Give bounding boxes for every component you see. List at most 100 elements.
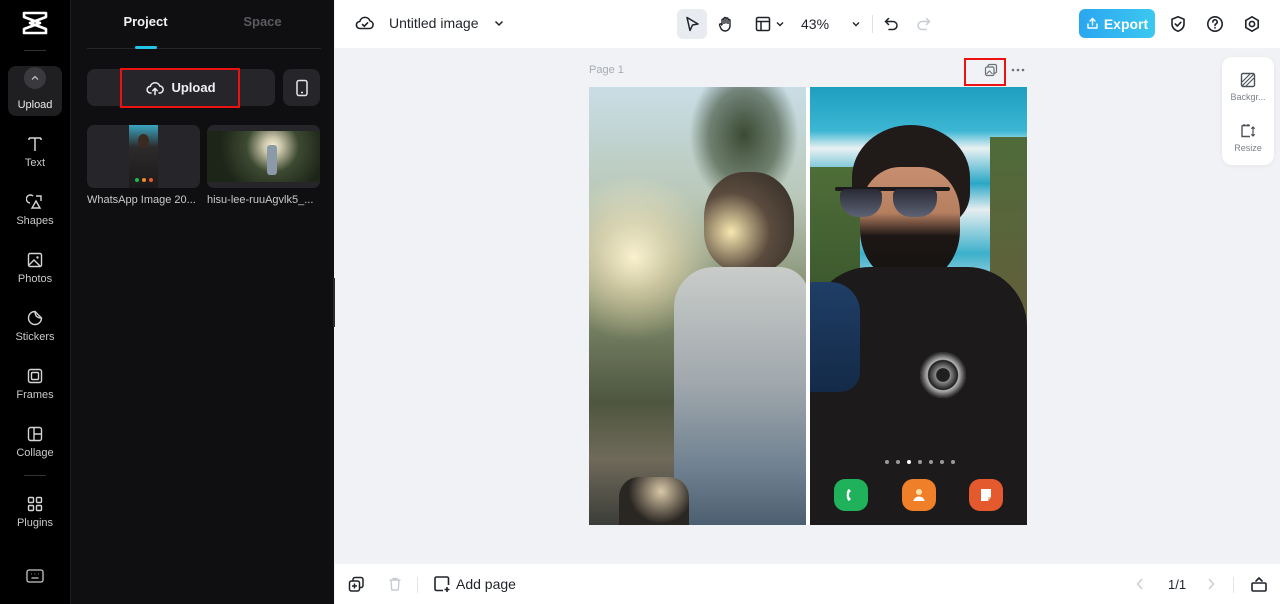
canvas-side-panel: Backgr... Resize [1222,57,1274,165]
text-icon [28,137,42,151]
previous-page-button[interactable] [1135,574,1145,594]
rail-item-collage[interactable]: Collage [8,414,62,464]
asset-item[interactable]: hisu-lee-ruuAgvlk5_... [207,125,320,206]
rail-item-shapes[interactable]: Shapes [8,182,62,232]
trash-icon [389,577,401,591]
redo-icon [917,17,931,31]
duplicate-page-button[interactable] [980,60,1002,80]
rail-item-label: Collage [16,447,54,459]
contacts-app-icon [902,479,936,511]
collapse-button[interactable] [24,67,46,89]
rail-item-plugins[interactable]: Plugins [8,484,62,534]
page-tray-icon [1251,576,1267,592]
resize-button[interactable]: Resize [1222,115,1274,161]
export-icon [1087,17,1098,29]
export-label: Export [1103,15,1149,32]
asset-thumbnail [207,125,320,188]
face-beard [860,167,960,282]
add-page-icon [434,576,450,592]
denim-jacket [810,282,860,392]
head-silhouette [704,172,794,272]
page-manager-button[interactable] [1250,574,1268,594]
page-dots [885,460,955,465]
more-icon [1011,68,1025,72]
hand-icon [718,16,731,32]
notes-app-icon [969,479,1003,511]
layout-menu-button[interactable] [750,9,790,39]
motorbike [619,477,689,525]
document-title-menu[interactable]: Untitled image [355,13,505,33]
asset-name: hisu-lee-ruuAgvlk5_... [207,194,314,206]
cloud-upload-icon [146,81,165,95]
rail-item-photos[interactable]: Photos [8,240,62,290]
rail-item-label: Text [24,157,46,169]
tab-space[interactable]: Space [204,0,321,48]
shield-button[interactable] [1167,9,1189,39]
zoom-level: 43% [801,16,830,32]
keyboard-icon[interactable] [26,569,44,583]
undo-button[interactable] [880,9,902,39]
duplicate-page-footer-button[interactable] [348,574,365,594]
tshirt-patch [920,352,966,398]
upload-button-label: Upload [171,80,216,95]
canvas-area[interactable]: Page 1 Backgr... Resize [335,48,1280,563]
duplicate-image-icon [984,63,998,77]
phone-upload-button[interactable] [283,69,320,106]
rail-item-label: Photos [17,273,53,285]
chevron-down-icon [852,22,860,27]
rail-item-label: Frames [16,389,54,401]
asset-thumbnail [87,125,200,188]
add-page-label: Add page [456,576,516,592]
hand-tool-button[interactable] [711,9,741,39]
help-button[interactable] [1204,9,1226,39]
rail-divider [24,50,46,51]
background-button[interactable]: Backgr... [1222,64,1274,110]
rail-item-label: Shapes [16,215,54,227]
shapes-icon [26,194,42,209]
delete-page-button[interactable] [387,574,403,594]
plugins-icon [27,496,43,512]
toolbar-divider [872,15,873,33]
resize-label: Resize [1234,143,1262,153]
chevron-up-icon [31,75,39,80]
photos-icon [27,252,43,268]
settings-button[interactable] [1241,9,1263,39]
duplicate-page-icon [348,576,364,592]
icon-rail: Upload Text Shapes Photos Stickers Frame… [0,0,70,604]
footer-divider [1233,577,1234,593]
chevron-down-icon [776,22,784,27]
resize-icon [1241,124,1256,138]
chevron-down-icon [494,20,503,27]
sunglasses [835,187,950,219]
redo-button[interactable] [913,9,935,39]
tab-project[interactable]: Project [87,0,204,49]
rail-item-frames[interactable]: Frames [8,356,62,406]
page-more-button[interactable] [1007,60,1029,80]
export-button[interactable]: Export [1079,9,1155,38]
next-page-button[interactable] [1206,574,1216,594]
undo-icon [884,17,898,31]
collage-photo-right[interactable] [810,87,1027,525]
rail-item-text[interactable]: Text [8,124,62,174]
settings-icon [1245,16,1259,32]
collage-photo-left[interactable] [589,87,806,525]
panel-tabs: Project Space [87,0,321,49]
frames-icon [27,368,43,384]
asset-name: WhatsApp Image 20... [87,194,196,206]
select-tool-button[interactable] [677,9,707,39]
rail-item-stickers[interactable]: Stickers [8,298,62,348]
thumbnail-image [129,125,158,188]
capcut-logo-icon[interactable] [21,10,49,36]
assets-panel: Project Space Upload WhatsApp Image 20..… [70,0,334,604]
background-icon [1240,72,1256,88]
background-label: Backgr... [1230,92,1266,102]
page-counter: 1/1 [1168,574,1186,594]
add-page-button[interactable]: Add page [433,574,516,594]
upload-button[interactable]: Upload [87,69,275,106]
cloud-saved-icon [355,16,374,30]
page-label: Page 1 [589,64,624,76]
design-page[interactable] [589,87,1027,525]
asset-item[interactable]: WhatsApp Image 20... [87,125,200,206]
shirt [674,267,806,525]
zoom-select[interactable]: 43% [801,9,861,39]
